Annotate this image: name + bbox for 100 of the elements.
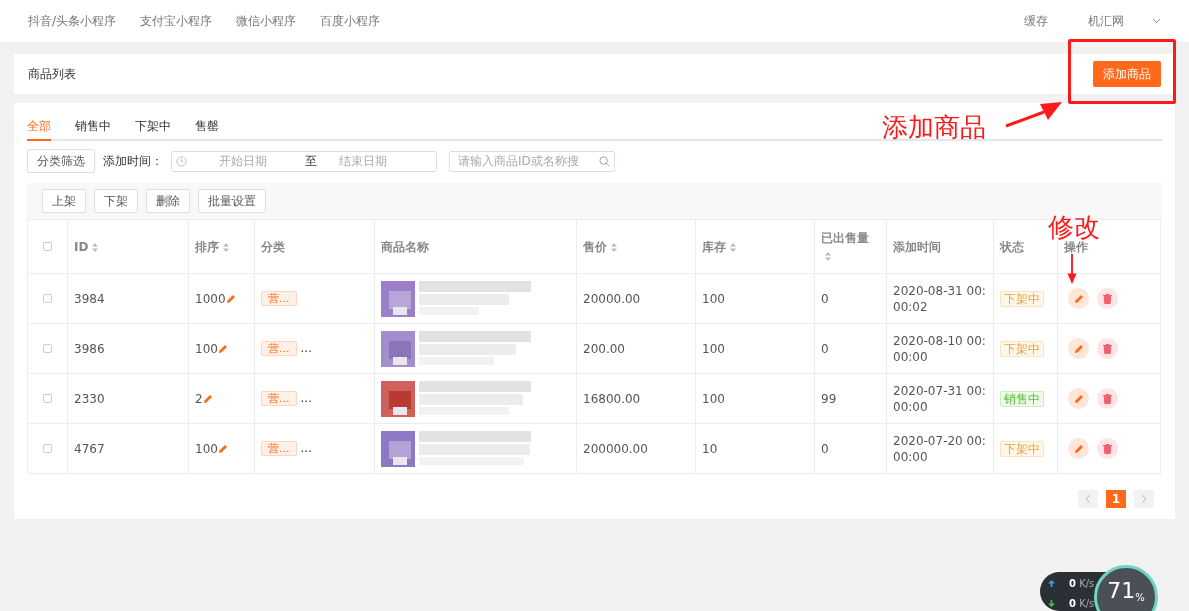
annotation-text: 添加商品 xyxy=(882,114,986,140)
more-categories: ... xyxy=(300,441,312,456)
trash-icon xyxy=(1103,443,1112,454)
delete-button[interactable] xyxy=(1097,388,1118,409)
tab[interactable]: 售罄 xyxy=(195,117,219,141)
category-tag: 营... xyxy=(261,441,297,457)
cache-link[interactable]: 缓存 xyxy=(1024,12,1048,30)
trash-icon xyxy=(1103,343,1112,354)
column-header: 售价 xyxy=(583,239,607,254)
tab[interactable]: 下架中 xyxy=(135,117,171,141)
nav-link-item[interactable]: 微信小程序 xyxy=(236,12,297,30)
sort-icon[interactable] xyxy=(92,242,99,252)
nav-link-item[interactable]: 百度小程序 xyxy=(320,12,381,30)
sort-icon[interactable] xyxy=(825,251,831,261)
category-tag: 营... xyxy=(261,291,297,307)
page-title: 商品列表 xyxy=(28,66,76,83)
date-range-field[interactable]: 开始日期 至 结束日期 xyxy=(171,150,437,172)
date-separator: 至 xyxy=(305,153,317,170)
table-cell: 0 xyxy=(821,341,829,356)
download-speed: 0 xyxy=(1069,598,1076,609)
sort-value: 100 xyxy=(195,341,218,356)
table-cell: 10 xyxy=(702,441,718,456)
table-cell: 100 xyxy=(702,341,725,356)
toolbar-button[interactable]: 批量设置 xyxy=(198,189,266,213)
toolbar-button[interactable]: 下架 xyxy=(94,189,138,213)
column-header: 操作 xyxy=(1064,239,1088,254)
row-checkbox[interactable] xyxy=(43,393,52,403)
row-checkbox[interactable] xyxy=(43,343,52,353)
pencil-icon xyxy=(217,444,228,454)
nav-link-item[interactable]: 抖音/头条小程序 xyxy=(28,12,117,30)
previous-page-button[interactable] xyxy=(1078,490,1098,508)
table-cell: 16800.00 xyxy=(583,391,641,406)
usage-percent: 71 xyxy=(1107,580,1136,602)
category-tag: 营... xyxy=(261,341,297,357)
sort-icon[interactable] xyxy=(223,242,229,252)
category-filter-button[interactable]: 分类筛选 xyxy=(27,149,95,173)
annotation-text: 修改 xyxy=(1048,214,1100,240)
end-date-placeholder: 结束日期 xyxy=(339,153,387,170)
upload-speed: 0 xyxy=(1069,578,1076,589)
trash-icon xyxy=(1103,393,1112,404)
pencil-icon xyxy=(202,394,213,404)
user-menu[interactable]: 机汇网 xyxy=(1088,12,1124,30)
column-header: 库存 xyxy=(702,239,726,254)
more-categories: ... xyxy=(300,341,312,356)
chevron-right-icon xyxy=(1141,494,1147,504)
delete-button[interactable] xyxy=(1097,338,1118,359)
status-tag: 下架中 xyxy=(1000,440,1044,457)
annotation-arrow xyxy=(1004,100,1062,128)
pencil-icon xyxy=(1073,343,1084,354)
upload-arrow-icon xyxy=(1048,580,1055,587)
speed-unit: K/s xyxy=(1079,578,1095,589)
toolbar-button[interactable]: 删除 xyxy=(146,189,190,213)
column-header: 添加时间 xyxy=(893,239,941,254)
table-cell: 0 xyxy=(821,291,829,306)
delete-button[interactable] xyxy=(1097,438,1118,459)
table-cell: 2020-07-31 00:00:00 xyxy=(893,382,987,415)
row-checkbox[interactable] xyxy=(43,293,52,303)
select-all-checkbox[interactable] xyxy=(43,241,52,251)
more-categories: ... xyxy=(300,391,312,406)
chevron-down-icon xyxy=(1152,18,1161,24)
sort-icon[interactable] xyxy=(730,242,736,252)
column-header: 商品名称 xyxy=(381,239,429,254)
sort-value: 100 xyxy=(195,441,218,456)
pencil-icon xyxy=(1073,443,1084,454)
column-header: 排序 xyxy=(195,239,219,254)
next-page-button[interactable] xyxy=(1134,490,1154,508)
row-checkbox[interactable] xyxy=(43,443,52,453)
column-header: 已出售量 xyxy=(821,230,869,245)
pencil-icon xyxy=(217,344,228,354)
search-icon xyxy=(599,155,610,167)
table-cell: 200000.00 xyxy=(583,441,648,456)
start-date-placeholder: 开始日期 xyxy=(219,153,267,170)
toolbar-button[interactable]: 上架 xyxy=(42,189,86,213)
edit-button[interactable] xyxy=(1068,338,1089,359)
sort-icon[interactable] xyxy=(611,242,617,252)
status-tag: 下架中 xyxy=(1000,290,1044,307)
column-header: 状态 xyxy=(1000,239,1024,254)
annotation-arrow xyxy=(1066,254,1078,284)
nav-link-item[interactable]: 支付宝小程序 xyxy=(140,12,213,30)
status-tag: 下架中 xyxy=(1000,340,1044,357)
table-cell: 0 xyxy=(821,441,829,456)
pencil-icon xyxy=(1073,393,1084,404)
edit-button[interactable] xyxy=(1068,438,1089,459)
pencil-icon xyxy=(1073,293,1084,304)
column-header: ID xyxy=(74,239,89,254)
edit-button[interactable] xyxy=(1068,388,1089,409)
table-cell: 99 xyxy=(821,391,837,406)
delete-button[interactable] xyxy=(1097,288,1118,309)
table-cell: 200.00 xyxy=(583,341,625,356)
table-cell: 2020-08-10 00:00:00 xyxy=(893,332,987,365)
tab[interactable]: 销售中 xyxy=(75,117,111,141)
search-field[interactable]: 请输入商品ID或名称搜 xyxy=(449,150,615,172)
edit-button[interactable] xyxy=(1068,288,1089,309)
table-cell: 100 xyxy=(702,391,725,406)
clock-icon xyxy=(176,155,187,167)
percent-sign: % xyxy=(1135,591,1145,605)
table-cell: 3984 xyxy=(74,291,105,306)
date-label: 添加时间： xyxy=(103,153,163,170)
chevron-left-icon xyxy=(1085,494,1091,504)
trash-icon xyxy=(1103,293,1112,304)
